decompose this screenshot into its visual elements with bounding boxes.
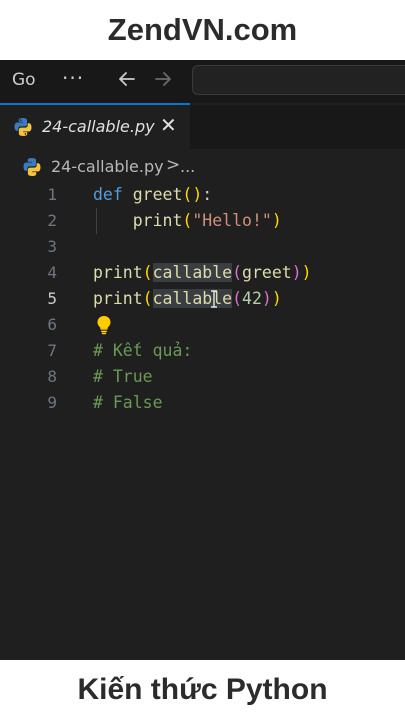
function-call: print bbox=[93, 289, 143, 308]
tab-bar: 24-callable.py ✕ bbox=[0, 105, 405, 149]
line-number: 1 bbox=[47, 185, 57, 204]
line-number: 7 bbox=[47, 341, 57, 360]
bracket: ) bbox=[271, 211, 282, 230]
function-call: print bbox=[132, 211, 183, 230]
top-banner: ZendVN.com bbox=[0, 0, 405, 60]
code-line: 2 print("Hello!") bbox=[0, 208, 405, 234]
code-editor-window: Go ··· 24-callable.py ✕ 24-callable.py >… bbox=[0, 60, 405, 660]
line-number: 9 bbox=[47, 393, 57, 412]
function-name: greet bbox=[132, 185, 183, 204]
code-area[interactable]: 1 def greet(): 2 print("Hello!") 3 4 pri… bbox=[0, 182, 405, 660]
line-number: 3 bbox=[47, 237, 57, 256]
bracket: ( bbox=[232, 263, 243, 282]
code-line: 3 bbox=[0, 234, 405, 260]
code-text[interactable]: print(callable(42)) bbox=[93, 286, 282, 312]
tab-label: 24-callable.py bbox=[42, 117, 155, 136]
lightbulb-icon[interactable] bbox=[95, 315, 113, 335]
bracket: ) bbox=[271, 289, 282, 308]
keyword: def bbox=[93, 185, 123, 204]
bracket: ) bbox=[291, 263, 302, 282]
title-bar: Go ··· bbox=[0, 60, 405, 103]
code-text[interactable]: print(callable(greet)) bbox=[93, 260, 312, 286]
indent-guide bbox=[96, 208, 97, 234]
close-icon[interactable]: ✕ bbox=[160, 113, 177, 137]
bracket: ) bbox=[192, 185, 203, 204]
function-call: print bbox=[93, 263, 143, 282]
menu-go[interactable]: Go bbox=[12, 70, 36, 90]
line-number: 5 bbox=[47, 289, 57, 308]
code-line: 6 bbox=[0, 312, 405, 338]
line-number: 4 bbox=[47, 263, 57, 282]
tab-24-callable[interactable]: 24-callable.py ✕ bbox=[0, 105, 190, 149]
bracket: ( bbox=[232, 289, 243, 308]
breadcrumb-symbols[interactable]: ... bbox=[180, 157, 195, 176]
line-number: 6 bbox=[47, 315, 57, 334]
bracket: ( bbox=[182, 211, 193, 230]
line-number: 8 bbox=[47, 367, 57, 386]
more-menu-button[interactable]: ··· bbox=[62, 66, 84, 90]
caption: Kiến thức Python bbox=[77, 673, 328, 706]
code-line: 7 # Kết quả: bbox=[0, 338, 405, 364]
line-number: 2 bbox=[47, 211, 57, 230]
function-call-highlighted: callable bbox=[152, 289, 233, 308]
bottom-banner: Kiến thức Python bbox=[0, 660, 405, 720]
code-text[interactable]: def greet(): bbox=[93, 182, 212, 208]
bracket: ( bbox=[142, 263, 153, 282]
python-icon bbox=[23, 158, 41, 176]
breadcrumb-file[interactable]: 24-callable.py bbox=[51, 157, 164, 176]
bracket: ) bbox=[261, 289, 272, 308]
function-call-highlighted: callable bbox=[152, 263, 233, 282]
argument: greet bbox=[242, 263, 292, 282]
comment[interactable]: # Kết quả: bbox=[93, 338, 192, 364]
code-text[interactable]: print("Hello!") bbox=[93, 208, 282, 234]
comment[interactable]: # False bbox=[93, 390, 163, 416]
bracket: ) bbox=[301, 263, 312, 282]
command-center-search[interactable] bbox=[192, 65, 405, 95]
site-title: ZendVN.com bbox=[107, 12, 298, 47]
colon: : bbox=[202, 185, 213, 204]
bracket: ( bbox=[142, 289, 153, 308]
chevron-right-icon: > bbox=[166, 155, 181, 175]
code-line-active: 5 print(callable(42)) bbox=[0, 286, 405, 312]
text-cursor-icon bbox=[211, 290, 217, 308]
comment[interactable]: # True bbox=[93, 364, 153, 390]
breadcrumb: 24-callable.py > ... bbox=[0, 153, 405, 183]
arrow-right-icon[interactable] bbox=[152, 68, 174, 90]
string-literal: "Hello!" bbox=[192, 211, 272, 230]
code-line: 4 print(callable(greet)) bbox=[0, 260, 405, 286]
code-line: 1 def greet(): bbox=[0, 182, 405, 208]
number-literal: 42 bbox=[242, 289, 262, 308]
code-line: 9 # False bbox=[0, 390, 405, 416]
code-line: 8 # True bbox=[0, 364, 405, 390]
bracket: ( bbox=[182, 185, 193, 204]
python-icon bbox=[14, 118, 32, 136]
arrow-left-icon[interactable] bbox=[116, 68, 138, 90]
